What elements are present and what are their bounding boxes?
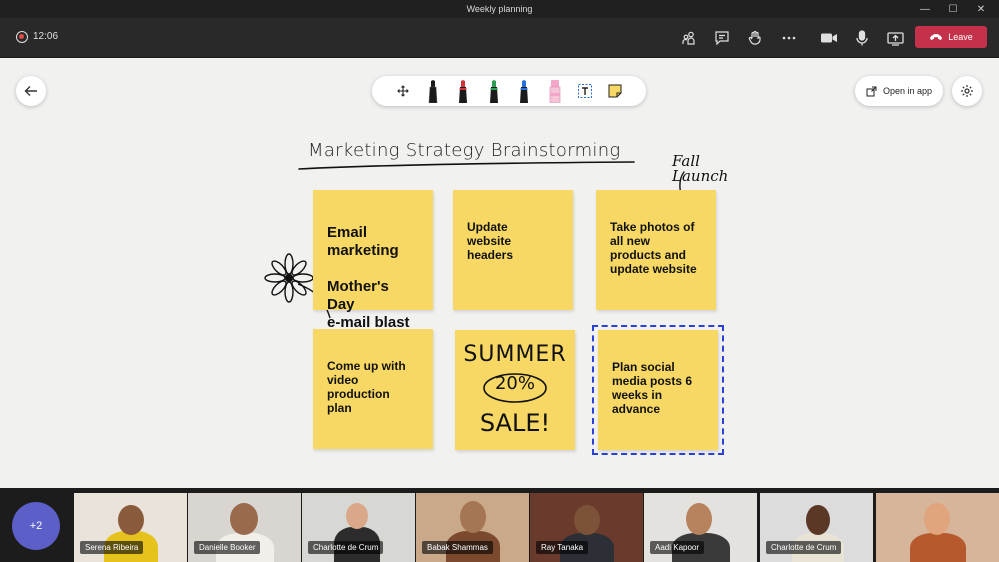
sticky-note-website-headers[interactable]: Update website headers — [453, 190, 573, 310]
arrow-left-icon — [24, 86, 37, 96]
sticky-note-product-photos[interactable]: Take photos of all new products and upda… — [596, 190, 716, 310]
sale-text: SALE! — [479, 409, 551, 437]
participant-tile[interactable]: Danielle Booker — [188, 493, 301, 562]
sticky-note-text: Update website headers — [467, 220, 514, 262]
participant-tile[interactable] — [876, 493, 999, 562]
participants-icon[interactable] — [678, 28, 700, 48]
discount-text: 20% — [494, 373, 535, 394]
participant-name: Babak Shammas — [422, 541, 493, 554]
meeting-timer: 12:06 — [33, 31, 59, 42]
maximize-icon[interactable]: ☐ — [939, 0, 967, 18]
window-title: Weekly planning — [466, 4, 533, 14]
gear-icon — [961, 85, 973, 97]
highlighter-icon[interactable] — [544, 78, 566, 104]
microphone-icon[interactable] — [851, 28, 873, 48]
participant-name: Charlotte de Crum — [308, 541, 384, 554]
participant-name: Ray Tanaka — [536, 541, 589, 554]
leave-label: Leave — [948, 32, 973, 42]
overflow-count: +2 — [29, 520, 43, 532]
whiteboard-canvas[interactable]: Open in app Marketing Strategy Brainstor… — [0, 58, 999, 488]
more-options-icon[interactable] — [778, 28, 800, 48]
participant-tile[interactable]: Aadi Kapoor — [644, 493, 757, 562]
window-titlebar: Weekly planning — ☐ ✕ — [0, 0, 999, 18]
sticky-note-video-plan[interactable]: Come up with video production plan — [313, 329, 433, 449]
participant-name: Danielle Booker — [194, 541, 261, 554]
chat-icon[interactable] — [711, 28, 733, 48]
green-pen-icon[interactable] — [483, 78, 505, 104]
sticky-note-text: Email marketing Mother's Day e-mail blas… — [327, 224, 410, 331]
hang-up-icon — [930, 34, 943, 40]
participant-tile[interactable]: Charlotte de Crum — [760, 493, 873, 562]
blue-pen-icon[interactable] — [513, 78, 535, 104]
back-button[interactable] — [16, 76, 46, 106]
title-underline-ink[interactable] — [296, 158, 636, 172]
participant-name: Aadi Kapoor — [650, 541, 705, 554]
camera-icon[interactable] — [818, 28, 840, 48]
leave-button[interactable]: Leave — [915, 26, 987, 48]
inking-toolbar — [372, 76, 646, 106]
participant-tile[interactable]: Babak Shammas — [416, 493, 529, 562]
participant-tile[interactable]: Ray Tanaka — [530, 493, 643, 562]
raise-hand-icon[interactable] — [744, 28, 766, 48]
sticky-note-email-marketing[interactable]: Email marketing Mother's Day e-mail blas… — [313, 190, 433, 331]
circled-discount: 20% — [482, 372, 548, 404]
participant-name: Charlotte de Crum — [766, 541, 842, 554]
sticky-note-text: Take photos of all new products and upda… — [610, 220, 697, 276]
open-in-app-label: Open in app — [882, 86, 933, 96]
move-tool-icon[interactable] — [392, 78, 414, 104]
sticky-note-text: Plan social media posts 6 weeks in advan… — [612, 360, 693, 416]
share-screen-icon[interactable] — [884, 28, 906, 48]
recording-icon — [16, 31, 28, 43]
more-participants-button[interactable]: +2 — [12, 502, 60, 550]
red-pen-icon[interactable] — [452, 78, 474, 104]
participant-tile[interactable]: Charlotte de Crum — [302, 493, 415, 562]
open-in-app-button[interactable]: Open in app — [855, 76, 943, 106]
text-tool-icon[interactable] — [574, 78, 596, 104]
minimize-icon[interactable]: — — [911, 0, 939, 18]
open-external-icon — [866, 86, 877, 96]
participant-strip: +2 Serena Ribeira Danielle Booker Charlo… — [0, 488, 999, 562]
meeting-toolbar: 12:06 Leave — [0, 18, 999, 58]
participant-tile[interactable]: Serena Ribeira — [74, 493, 187, 562]
sticky-note-summer-sale[interactable]: SUMMER 20% SALE! — [455, 330, 575, 450]
close-icon[interactable]: ✕ — [967, 0, 995, 18]
sticky-note-icon[interactable] — [604, 78, 626, 104]
settings-button[interactable] — [952, 76, 982, 106]
sticky-note-social-media[interactable]: Plan social media posts 6 weeks in advan… — [598, 330, 718, 450]
summer-text: SUMMER — [463, 342, 567, 367]
black-pen-icon[interactable] — [422, 78, 444, 104]
participant-name: Serena Ribeira — [80, 541, 144, 554]
sticky-note-text: Come up with video production plan — [327, 359, 406, 415]
